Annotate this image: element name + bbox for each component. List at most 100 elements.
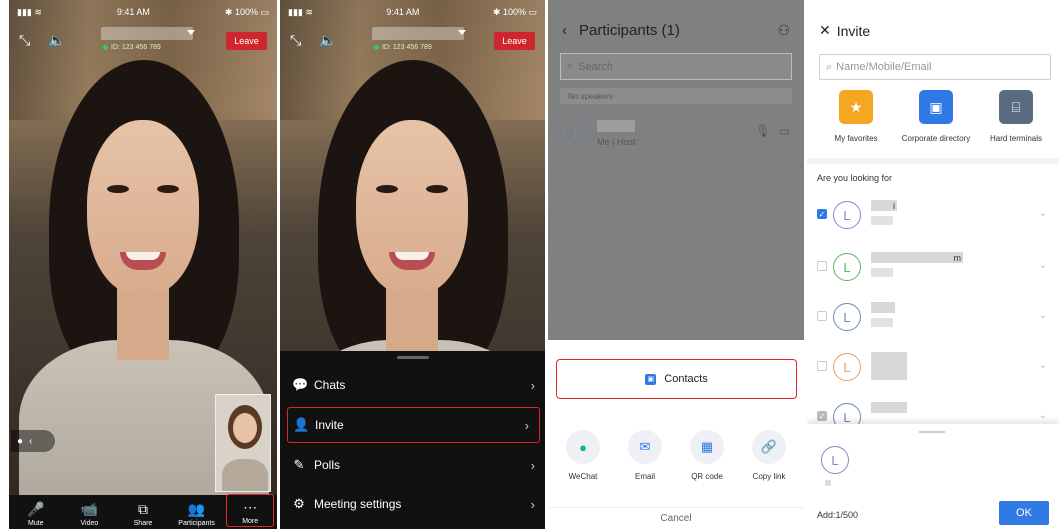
contact-name	[871, 402, 907, 413]
meeting-title[interactable]	[372, 27, 464, 40]
search-input[interactable]: ⌕ Search	[560, 53, 792, 80]
participants-list-overlay: ‹ Participants (1) ⚇ ⌕ Search No speaker…	[548, 0, 804, 340]
leave-button[interactable]: Leave	[226, 32, 267, 50]
chevron-down-icon[interactable]	[458, 30, 466, 35]
avatar: L	[564, 121, 590, 147]
meeting-screen-more-menu: ▮▮▮ ≋ 9:41 AM ✱ 100% ▭ ⤡ 🔈 ID: 123 456 7…	[280, 0, 545, 529]
mic-icon: 🎤	[27, 501, 45, 517]
mute-button[interactable]: 🎤 Mute	[12, 502, 60, 527]
sheet-handle[interactable]	[397, 356, 429, 359]
checkbox[interactable]	[817, 261, 827, 271]
divider	[807, 158, 1059, 164]
page-title: Invite	[836, 22, 871, 39]
contact-row[interactable]: L ⌄	[817, 300, 1051, 334]
signal-icon: ▮▮▮ ≋	[17, 6, 42, 17]
copy-link-button[interactable]: 🔗 Copy link	[743, 430, 795, 481]
status-bar: ▮▮▮ ≋ 9:41 AM ✱ 100% ▭	[288, 6, 537, 18]
speaker-icon[interactable]: 🔈	[48, 32, 65, 49]
participants-screen: ‹ Participants (1) ⚇ ⌕ Search No speaker…	[548, 0, 804, 529]
menu-item-invite[interactable]: 👤 Invite ›	[287, 407, 540, 443]
contact-name: m	[871, 252, 963, 263]
avatar: L	[833, 353, 861, 381]
menu-item-polls[interactable]: ✎ Polls ›	[280, 447, 545, 483]
category-hard-terminals[interactable]: ⌸ Hard terminals	[977, 90, 1055, 143]
menu-item-chats[interactable]: 💬 Chats ›	[280, 367, 545, 403]
participants-button[interactable]: 👥 Participants	[173, 502, 221, 527]
chevron-down-icon[interactable]: ⌄	[1039, 410, 1047, 421]
mic-icon[interactable]: 🎙	[755, 124, 770, 138]
search-input[interactable]: ⌕ Name/Mobile/Email	[819, 54, 1051, 80]
checkbox[interactable]	[817, 311, 827, 321]
contact-name	[871, 352, 907, 380]
menu-item-meeting-settings[interactable]: ⚙ Meeting settings ›	[280, 486, 545, 522]
meeting-screen-video: ▮▮▮ ≋ 9:41 AM ✱ 100% ▭ ⤡ 🔈 ID: 123 456 7…	[9, 0, 277, 529]
participant-row[interactable]: L Me | Host 🎙 ▭	[564, 118, 790, 152]
avatar: L	[833, 253, 861, 281]
more-button[interactable]: ⋯ More	[226, 494, 275, 527]
connection-status-icon	[374, 45, 379, 50]
connection-status-icon	[103, 45, 108, 50]
self-view-thumbnail[interactable]	[215, 394, 271, 492]
meeting-id: ID: 123 456 789	[374, 44, 432, 51]
selected-name-redacted	[825, 480, 831, 486]
category-my-favorites[interactable]: ★ My favorites	[817, 90, 895, 143]
checkbox[interactable]	[817, 361, 827, 371]
contact-row[interactable]: ✓ L i ⌄	[817, 198, 1051, 232]
chevron-right-icon: ›	[530, 377, 535, 393]
chat-bubble-icon: ●	[17, 435, 24, 447]
chevron-down-icon[interactable]: ⌄	[1039, 208, 1047, 219]
participant-name-redacted	[597, 120, 635, 132]
settings-icon: ⚙	[293, 496, 305, 511]
video-off-icon[interactable]: ▭	[779, 124, 790, 138]
status-time: 9:41 AM	[386, 7, 420, 17]
meeting-title[interactable]	[101, 27, 193, 40]
email-icon: ✉	[628, 430, 662, 464]
invite-icon: 👤	[293, 417, 310, 432]
search-icon: ⌕	[826, 60, 833, 73]
tray-handle[interactable]	[919, 431, 945, 433]
share-wechat-button[interactable]: ● WeChat	[557, 430, 609, 481]
video-button[interactable]: 📹 Video	[65, 502, 113, 527]
more-menu-sheet: 💬 Chats › 👤 Invite › ✎ Polls › ⚙ Meeting…	[280, 351, 545, 529]
category-corporate-directory[interactable]: ▣ Corporate directory	[897, 90, 975, 143]
invite-screen: ✕ Invite ⌕ Name/Mobile/Email ★ My favori…	[807, 0, 1059, 529]
selected-avatar[interactable]: L	[821, 446, 849, 474]
chevron-left-icon: ‹	[29, 435, 33, 447]
suggestions-heading: Are you looking for	[817, 173, 893, 183]
share-icon: ⧉	[137, 501, 148, 517]
chevron-down-icon[interactable]: ⌄	[1039, 360, 1047, 371]
selected-contacts-tray: L Add:1/500 OK	[807, 424, 1059, 529]
contact-detail-redacted	[871, 216, 893, 225]
speaker-icon[interactable]: 🔈	[319, 32, 336, 49]
checkbox-disabled: ✓	[817, 411, 827, 421]
leave-button[interactable]: Leave	[494, 32, 535, 50]
link-icon: 🔗	[752, 430, 786, 464]
signal-icon: ▮▮▮ ≋	[288, 6, 313, 17]
cancel-button[interactable]: Cancel	[548, 507, 804, 529]
back-icon[interactable]: ‹	[562, 22, 567, 39]
chat-icon: 💬	[292, 377, 309, 392]
share-button[interactable]: ⧉ Share	[119, 502, 167, 527]
ok-button[interactable]: OK	[999, 501, 1049, 525]
add-count: Add:1/500	[817, 510, 859, 520]
minimize-icon[interactable]: ⤡	[290, 32, 301, 49]
contact-row[interactable]: L ⌄	[817, 350, 1051, 384]
star-icon: ★	[839, 90, 873, 124]
chat-toggle[interactable]: ● ‹	[11, 430, 55, 452]
checkbox-checked[interactable]: ✓	[817, 209, 827, 219]
chevron-down-icon[interactable]: ⌄	[1039, 260, 1047, 271]
close-icon[interactable]: ✕	[819, 22, 831, 39]
participants-icon: 👥	[187, 501, 206, 517]
contact-detail-redacted	[871, 268, 893, 277]
contacts-button[interactable]: ▣ Contacts	[556, 359, 797, 399]
share-qr-code-button[interactable]: ▦ QR code	[681, 430, 733, 481]
share-email-button[interactable]: ✉ Email	[619, 430, 671, 481]
contact-row[interactable]: L m ⌄	[817, 250, 1051, 284]
add-participant-icon[interactable]: ⚇	[777, 22, 790, 39]
contact-detail-redacted	[871, 318, 893, 327]
contact-name: i	[871, 200, 897, 211]
minimize-icon[interactable]: ⤡	[19, 32, 30, 49]
chevron-down-icon[interactable]: ⌄	[1039, 310, 1047, 321]
poll-icon: ✎	[293, 457, 305, 472]
chevron-down-icon[interactable]	[187, 30, 195, 35]
